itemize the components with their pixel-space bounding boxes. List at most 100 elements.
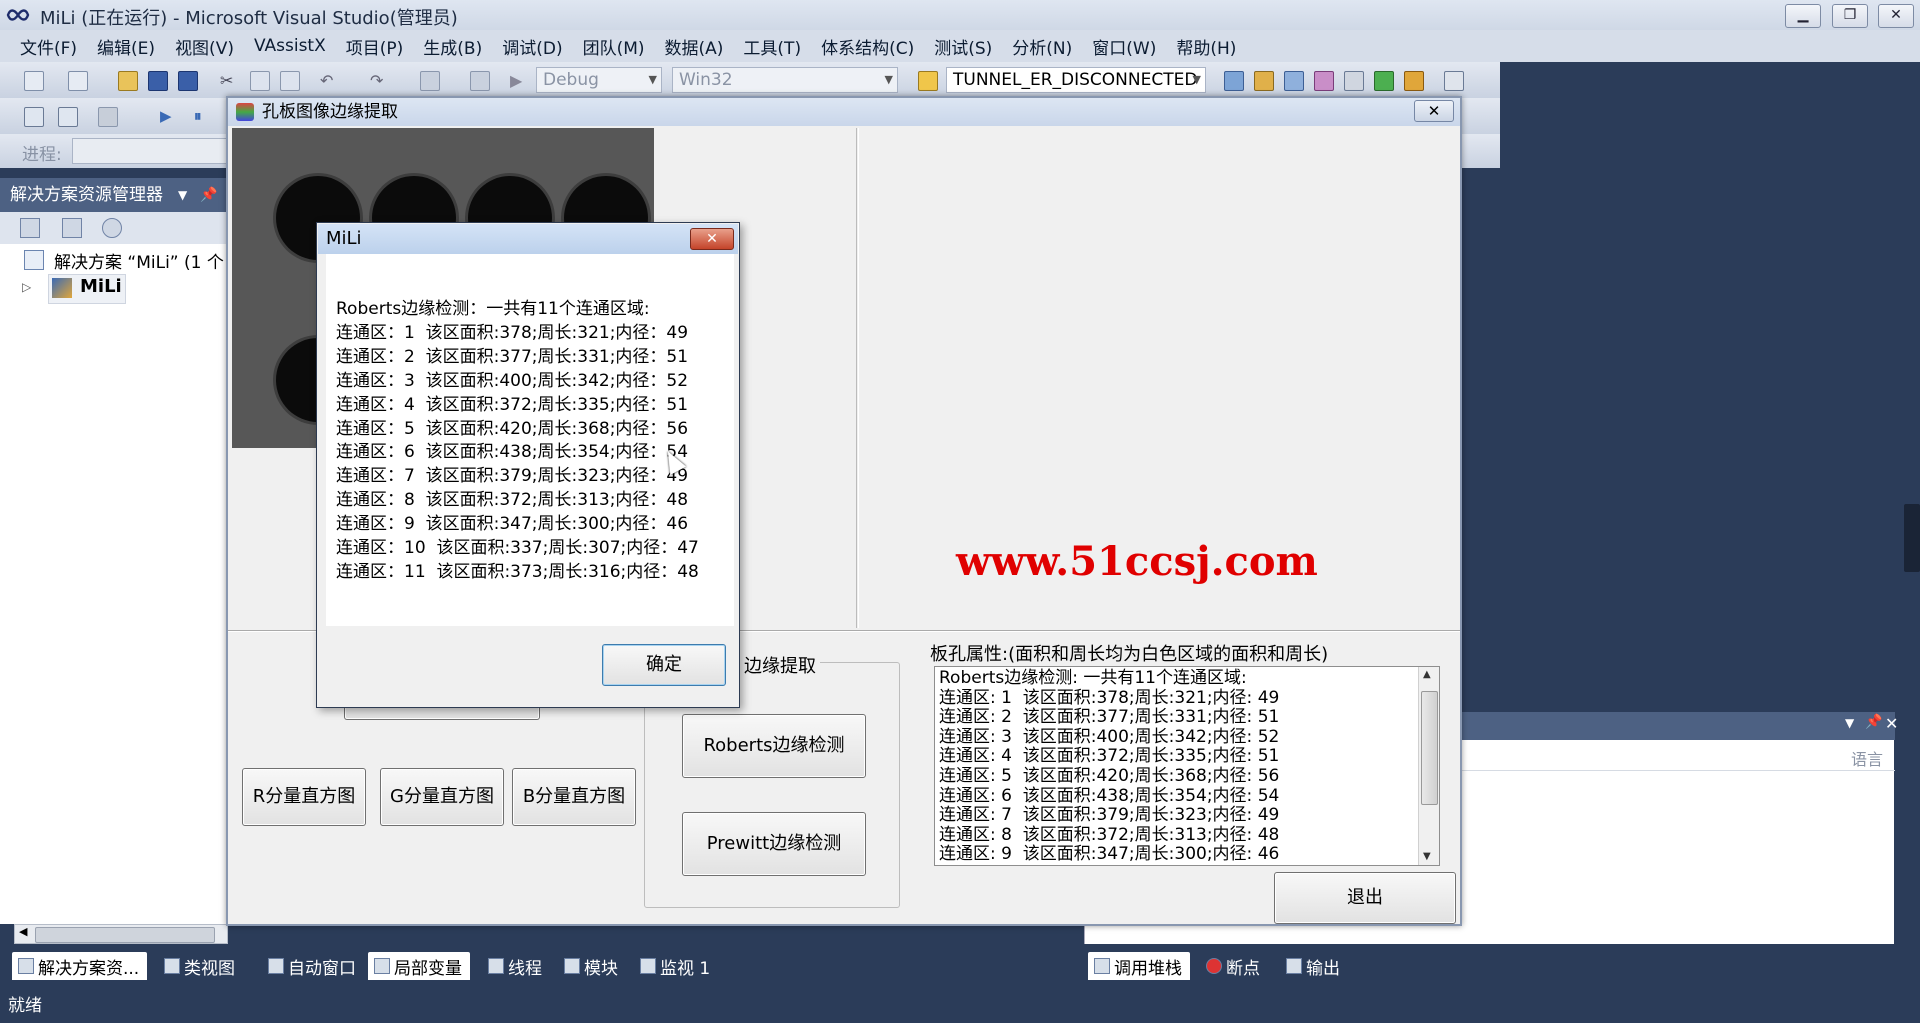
- scroll-thumb[interactable]: [35, 927, 215, 943]
- menu-architecture[interactable]: 体系结构(C): [811, 34, 924, 59]
- paste-icon[interactable]: [280, 71, 300, 91]
- tab-label: 类视图: [184, 959, 235, 979]
- close-window-button[interactable]: ✕: [1878, 4, 1914, 28]
- breakpoint-window-icon[interactable]: [98, 107, 118, 127]
- tab-label: 监视 1: [660, 959, 711, 979]
- copy-icon[interactable]: [250, 71, 270, 91]
- solution-configuration-combo[interactable]: Debug ▼: [536, 67, 662, 93]
- grid-icon[interactable]: [58, 107, 78, 127]
- solution-explorer-icon[interactable]: [1254, 71, 1274, 91]
- start-page-icon[interactable]: [1374, 71, 1394, 91]
- configuration-value: Debug: [543, 70, 599, 90]
- scroll-left-icon[interactable]: ◀: [19, 925, 27, 938]
- tab-threads[interactable]: 线程: [482, 952, 550, 980]
- exit-button[interactable]: 退出: [1274, 872, 1456, 924]
- save-all-icon[interactable]: [178, 71, 198, 91]
- tab-breakpoints[interactable]: 断点: [1200, 952, 1268, 980]
- menu-build[interactable]: 生成(B): [413, 34, 492, 59]
- g-histogram-button[interactable]: G分量直方图: [380, 768, 504, 826]
- solution-tree-item[interactable]: 解决方案 “MiLi” (1 个: [54, 248, 224, 273]
- tab-label: 线程: [508, 959, 542, 979]
- tab-autos[interactable]: 自动窗口: [262, 952, 364, 980]
- process-label: 进程:: [22, 145, 62, 165]
- app-close-button[interactable]: ✕: [1414, 100, 1454, 122]
- maximize-button[interactable]: ❐: [1832, 4, 1868, 28]
- visual-studio-logo-icon: [6, 9, 30, 21]
- plate-properties-textbox[interactable]: Roberts边缘检测: 一共有11个连通区域: 连通区: 1 该区面积:378…: [934, 666, 1440, 866]
- close-icon[interactable]: ✕: [1885, 714, 1898, 733]
- find-icon[interactable]: [1224, 71, 1244, 91]
- tab-modules[interactable]: 模块: [558, 952, 626, 980]
- tab-locals[interactable]: 局部变量: [368, 952, 470, 980]
- search-icon[interactable]: [102, 218, 122, 238]
- menu-test[interactable]: 测试(S): [924, 34, 1002, 59]
- menu-team[interactable]: 团队(M): [573, 34, 655, 59]
- navigate-backward-icon[interactable]: [420, 71, 440, 91]
- redo-icon[interactable]: ↷: [370, 71, 388, 90]
- menu-debug[interactable]: 调试(D): [492, 34, 572, 59]
- message-box-close-button[interactable]: ✕: [690, 228, 734, 250]
- chevron-down-icon[interactable]: ▼: [178, 178, 187, 212]
- chevron-down-icon[interactable]: ▼: [1845, 716, 1854, 730]
- scroll-thumb[interactable]: [1421, 691, 1438, 805]
- menu-window[interactable]: 窗口(W): [1082, 34, 1166, 59]
- find-in-files-icon[interactable]: [918, 71, 938, 91]
- solution-platform-combo[interactable]: Win32 ▼: [672, 67, 898, 93]
- object-browser-icon[interactable]: [1314, 71, 1334, 91]
- menu-edit[interactable]: 编辑(E): [87, 34, 165, 59]
- menu-help[interactable]: 帮助(H): [1166, 34, 1246, 59]
- solution-horizontal-scrollbar[interactable]: ◀: [14, 924, 228, 944]
- threads-icon: [488, 958, 504, 974]
- properties-vertical-scrollbar[interactable]: ▲ ▼: [1418, 667, 1439, 865]
- r-histogram-button[interactable]: R分量直方图: [242, 768, 366, 826]
- pin-icon[interactable]: 📌: [1865, 714, 1882, 730]
- project-tree-item[interactable]: MiLi: [80, 276, 122, 297]
- menu-file[interactable]: 文件(F): [10, 34, 87, 59]
- menu-analyze[interactable]: 分析(N): [1002, 34, 1082, 59]
- menu-vassistx[interactable]: VAssistX: [244, 36, 336, 56]
- toolbox-icon[interactable]: [1344, 71, 1364, 91]
- ok-button[interactable]: 确定: [602, 644, 726, 686]
- menu-tools[interactable]: 工具(T): [733, 34, 811, 59]
- menu-data[interactable]: 数据(A): [655, 34, 734, 59]
- minimize-button[interactable]: ▁: [1785, 4, 1821, 28]
- menu-view[interactable]: 视图(V): [165, 34, 244, 59]
- show-all-files-icon[interactable]: [62, 218, 82, 238]
- extension-manager-icon[interactable]: [1404, 71, 1424, 91]
- tab-class-view[interactable]: 类视图: [158, 952, 243, 980]
- new-project-icon[interactable]: [24, 71, 44, 91]
- tab-call-stack[interactable]: 调用堆栈: [1088, 952, 1190, 980]
- side-tab-handle[interactable]: [1904, 504, 1920, 572]
- tab-solution-explorer[interactable]: 解决方案资...: [12, 952, 148, 980]
- properties-icon[interactable]: [20, 218, 40, 238]
- start-debugging-icon[interactable]: ▶: [510, 71, 528, 90]
- open-folder-icon[interactable]: [118, 71, 138, 91]
- expand-arrow-icon[interactable]: ▷: [22, 280, 31, 294]
- b-histogram-button[interactable]: B分量直方图: [512, 768, 636, 826]
- pause-icon[interactable]: ⏸: [194, 107, 212, 125]
- cut-icon[interactable]: ✂: [220, 71, 238, 90]
- prewitt-edge-button[interactable]: Prewitt边缘检测: [682, 812, 866, 876]
- vs-window-title: MiLi (正在运行) - Microsoft Visual Studio(管理…: [40, 8, 458, 29]
- calendar-icon[interactable]: [24, 107, 44, 127]
- command-window-icon[interactable]: [1444, 71, 1464, 91]
- tab-watch-1[interactable]: 监视 1: [634, 952, 718, 980]
- scroll-up-icon[interactable]: ▲: [1423, 669, 1431, 680]
- process-combo[interactable]: [72, 138, 232, 164]
- find-combo[interactable]: TUNNEL_ER_DISCONNECTED ▼: [946, 67, 1206, 93]
- properties-icon[interactable]: [1284, 71, 1304, 91]
- tab-output[interactable]: 输出: [1280, 952, 1348, 980]
- pin-icon[interactable]: 📌: [200, 178, 217, 212]
- add-item-icon[interactable]: [68, 71, 88, 91]
- menu-project[interactable]: 项目(P): [336, 34, 414, 59]
- message-box-title: MiLi: [326, 228, 362, 249]
- save-icon[interactable]: [148, 71, 168, 91]
- solution-explorer-header: 解决方案资源管理器 ▼ 📌: [0, 178, 228, 212]
- tab-label: 断点: [1226, 959, 1260, 979]
- continue-icon[interactable]: ▶: [160, 107, 178, 125]
- watermark-text: www.51ccsj.com: [956, 538, 1318, 585]
- roberts-edge-button[interactable]: Roberts边缘检测: [682, 714, 866, 778]
- navigate-forward-icon[interactable]: [470, 71, 490, 91]
- undo-icon[interactable]: ↶: [320, 71, 338, 90]
- scroll-down-icon[interactable]: ▼: [1423, 851, 1431, 862]
